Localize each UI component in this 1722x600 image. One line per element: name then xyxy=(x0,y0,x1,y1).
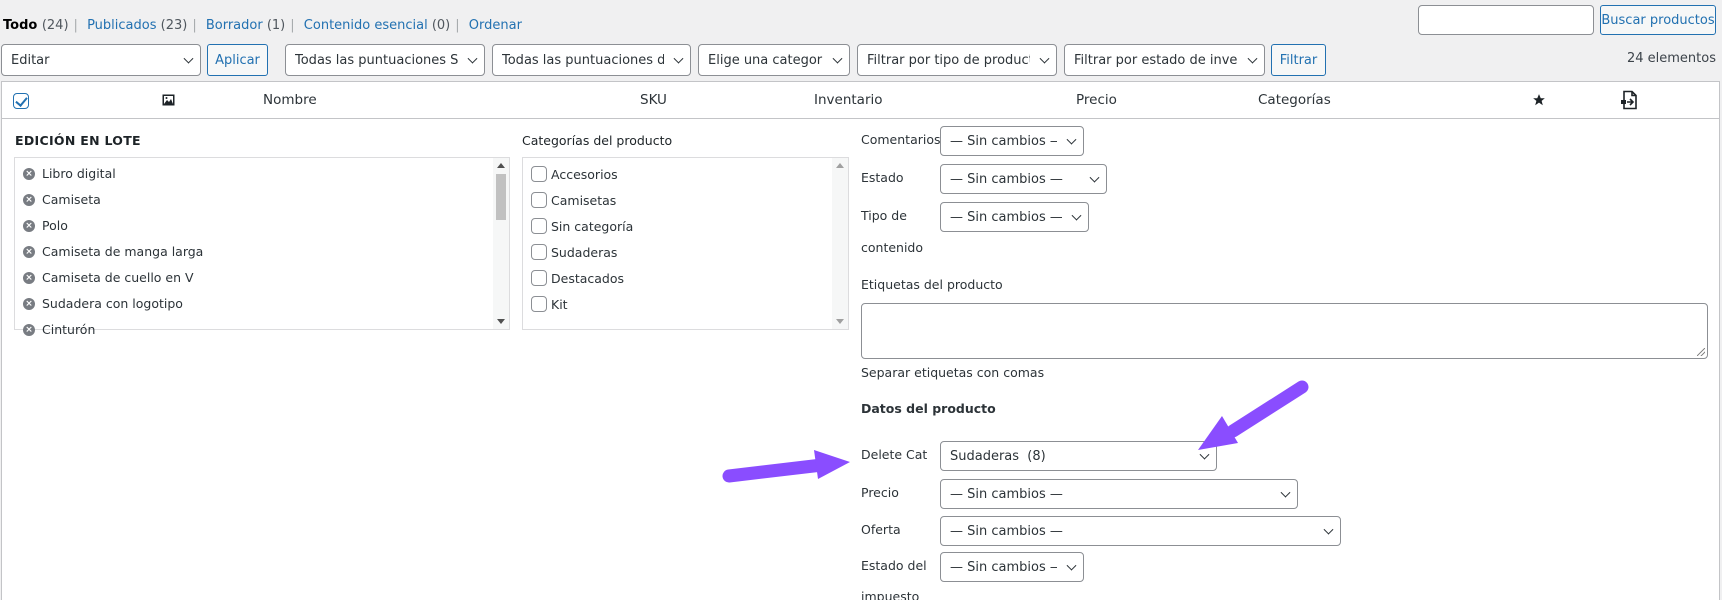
arrow-pointing-delete-cat xyxy=(722,450,850,483)
arrow-pointing-dropdown xyxy=(1198,380,1309,450)
annotation-arrows xyxy=(722,380,1309,483)
